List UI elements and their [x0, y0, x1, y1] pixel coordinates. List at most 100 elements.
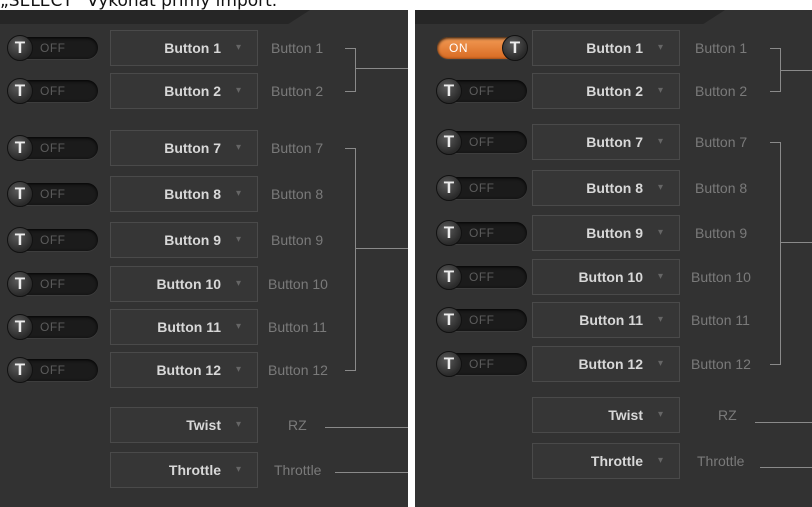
button-12-dropdown[interactable]: Button 12 ▾ [110, 352, 258, 388]
output-label: Throttle [274, 462, 322, 478]
button-11-dropdown[interactable]: Button 11 ▾ [532, 302, 680, 338]
toggle-knob-icon: T [436, 129, 462, 155]
button-10-toggle[interactable]: T OFF [436, 264, 527, 290]
dropdown-label: Button 11 [157, 319, 221, 335]
connector-line [355, 68, 408, 69]
connector-line [355, 248, 408, 249]
connector-line [345, 91, 355, 92]
twist-dropdown[interactable]: Twist ▾ [110, 407, 258, 443]
panel-header-tab [415, 10, 725, 24]
output-label: Button 2 [695, 83, 748, 99]
dropdown-label: Throttle [590, 453, 643, 469]
button-2-dropdown[interactable]: Button 2 ▾ [110, 73, 258, 109]
button-1-dropdown[interactable]: Button 1 ▾ [532, 30, 680, 66]
dropdown-label: Twist [186, 417, 221, 433]
throttle-dropdown[interactable]: Throttle ▾ [110, 452, 258, 488]
button-11-toggle[interactable]: T OFF [436, 307, 527, 333]
output-label: Throttle [697, 453, 745, 469]
button-1-dropdown[interactable]: Button 1 ▾ [110, 30, 258, 66]
axis-row-throttle: Throttle ▾ Throttle [415, 443, 812, 479]
dropdown-label: Button 8 [164, 186, 221, 202]
toggle-state-label: OFF [469, 181, 495, 195]
button-11-dropdown[interactable]: Button 11 ▾ [110, 309, 258, 345]
chevron-down-icon: ▾ [657, 136, 663, 147]
button-10-toggle[interactable]: T OFF [7, 271, 98, 297]
output-label: Button 7 [695, 134, 748, 150]
dropdown-label: Twist [608, 407, 643, 423]
mapping-row-button-7: T OFF Button 7 ▾ Button 7 [415, 124, 812, 160]
output-label: Button 12 [691, 356, 751, 372]
dropdown-label: Button 1 [164, 40, 221, 56]
toggle-knob-icon: T [436, 78, 462, 104]
button-9-toggle[interactable]: T OFF [436, 220, 527, 246]
throttle-dropdown[interactable]: Throttle ▾ [532, 443, 680, 479]
button-7-toggle[interactable]: T OFF [436, 129, 527, 155]
button-10-dropdown[interactable]: Button 10 ▾ [110, 266, 258, 302]
button-2-dropdown[interactable]: Button 2 ▾ [532, 73, 680, 109]
toggle-knob-icon: T [7, 227, 33, 253]
button-1-toggle[interactable]: T ON [437, 35, 528, 61]
chevron-down-icon: ▾ [235, 234, 241, 245]
chevron-down-icon: ▾ [657, 271, 663, 282]
toggle-knob-icon: T [436, 351, 462, 377]
output-label: Button 9 [695, 225, 748, 241]
output-label: Button 1 [695, 40, 748, 56]
toggle-state-label: OFF [469, 357, 495, 371]
button-7-dropdown[interactable]: Button 7 ▾ [110, 130, 258, 166]
button-8-toggle[interactable]: T OFF [7, 181, 98, 207]
toggle-state-label: OFF [469, 135, 495, 149]
output-label: Button 10 [268, 276, 328, 292]
toggle-state-label: OFF [40, 84, 66, 98]
button-7-dropdown[interactable]: Button 7 ▾ [532, 124, 680, 160]
mapping-row-button-8: T OFF Button 8 ▾ Button 8 [415, 170, 812, 206]
mapping-row-button-8: T OFF Button 8 ▾ Button 8 [0, 176, 408, 212]
button-11-toggle[interactable]: T OFF [7, 314, 98, 340]
button-2-toggle[interactable]: T OFF [7, 78, 98, 104]
output-label: RZ [288, 417, 307, 433]
mapping-row-button-1: T ON Button 1 ▾ Button 1 [415, 30, 812, 66]
chevron-down-icon: ▾ [657, 182, 663, 193]
toggle-state-label: OFF [469, 313, 495, 327]
dropdown-label: Button 10 [156, 276, 221, 292]
connector-line [345, 370, 355, 371]
connector-line [770, 91, 780, 92]
dropdown-label: Button 12 [156, 362, 221, 378]
dropdown-label: Button 11 [579, 312, 643, 328]
button-12-toggle[interactable]: T OFF [436, 351, 527, 377]
button-9-dropdown[interactable]: Button 9 ▾ [532, 215, 680, 251]
connector-line [345, 48, 355, 49]
button-8-dropdown[interactable]: Button 8 ▾ [110, 176, 258, 212]
button-9-toggle[interactable]: T OFF [7, 227, 98, 253]
button-10-dropdown[interactable]: Button 10 ▾ [532, 259, 680, 295]
output-label: Button 11 [268, 319, 327, 335]
toggle-knob-icon: T [7, 181, 33, 207]
output-label: Button 8 [271, 186, 324, 202]
button-12-toggle[interactable]: T OFF [7, 357, 98, 383]
mapping-row-button-9: T OFF Button 9 ▾ Button 9 [415, 215, 812, 251]
button-8-dropdown[interactable]: Button 8 ▾ [532, 170, 680, 206]
button-2-toggle[interactable]: T OFF [436, 78, 527, 104]
button-1-toggle[interactable]: T OFF [7, 35, 98, 61]
mapping-row-button-11: T OFF Button 11 ▾ Button 11 [415, 302, 812, 338]
left-mapping-panel: T OFF Button 1 ▾ Button 1 T OFF Button 2 ▾ B… [0, 10, 408, 507]
toggle-state-label: OFF [40, 320, 66, 334]
button-9-dropdown[interactable]: Button 9 ▾ [110, 222, 258, 258]
dropdown-label: Button 10 [578, 269, 643, 285]
twist-dropdown[interactable]: Twist ▾ [532, 397, 680, 433]
chevron-down-icon: ▾ [657, 227, 663, 238]
toggle-knob-icon: T [502, 35, 528, 61]
dropdown-label: Button 7 [586, 134, 643, 150]
axis-row-twist: Twist ▾ RZ [0, 407, 408, 443]
button-7-toggle[interactable]: T OFF [7, 135, 98, 161]
dropdown-label: Button 8 [586, 180, 643, 196]
button-8-toggle[interactable]: T OFF [436, 175, 527, 201]
mapping-row-button-11: T OFF Button 11 ▾ Button 11 [0, 309, 408, 345]
chevron-down-icon: ▾ [235, 42, 241, 53]
connector-line [770, 142, 780, 143]
connector-line [780, 70, 812, 71]
toggle-knob-icon: T [7, 35, 33, 61]
axis-row-throttle: Throttle ▾ Throttle [0, 452, 408, 488]
connector-line [770, 48, 780, 49]
button-12-dropdown[interactable]: Button 12 ▾ [532, 346, 680, 382]
chevron-down-icon: ▾ [235, 464, 241, 475]
